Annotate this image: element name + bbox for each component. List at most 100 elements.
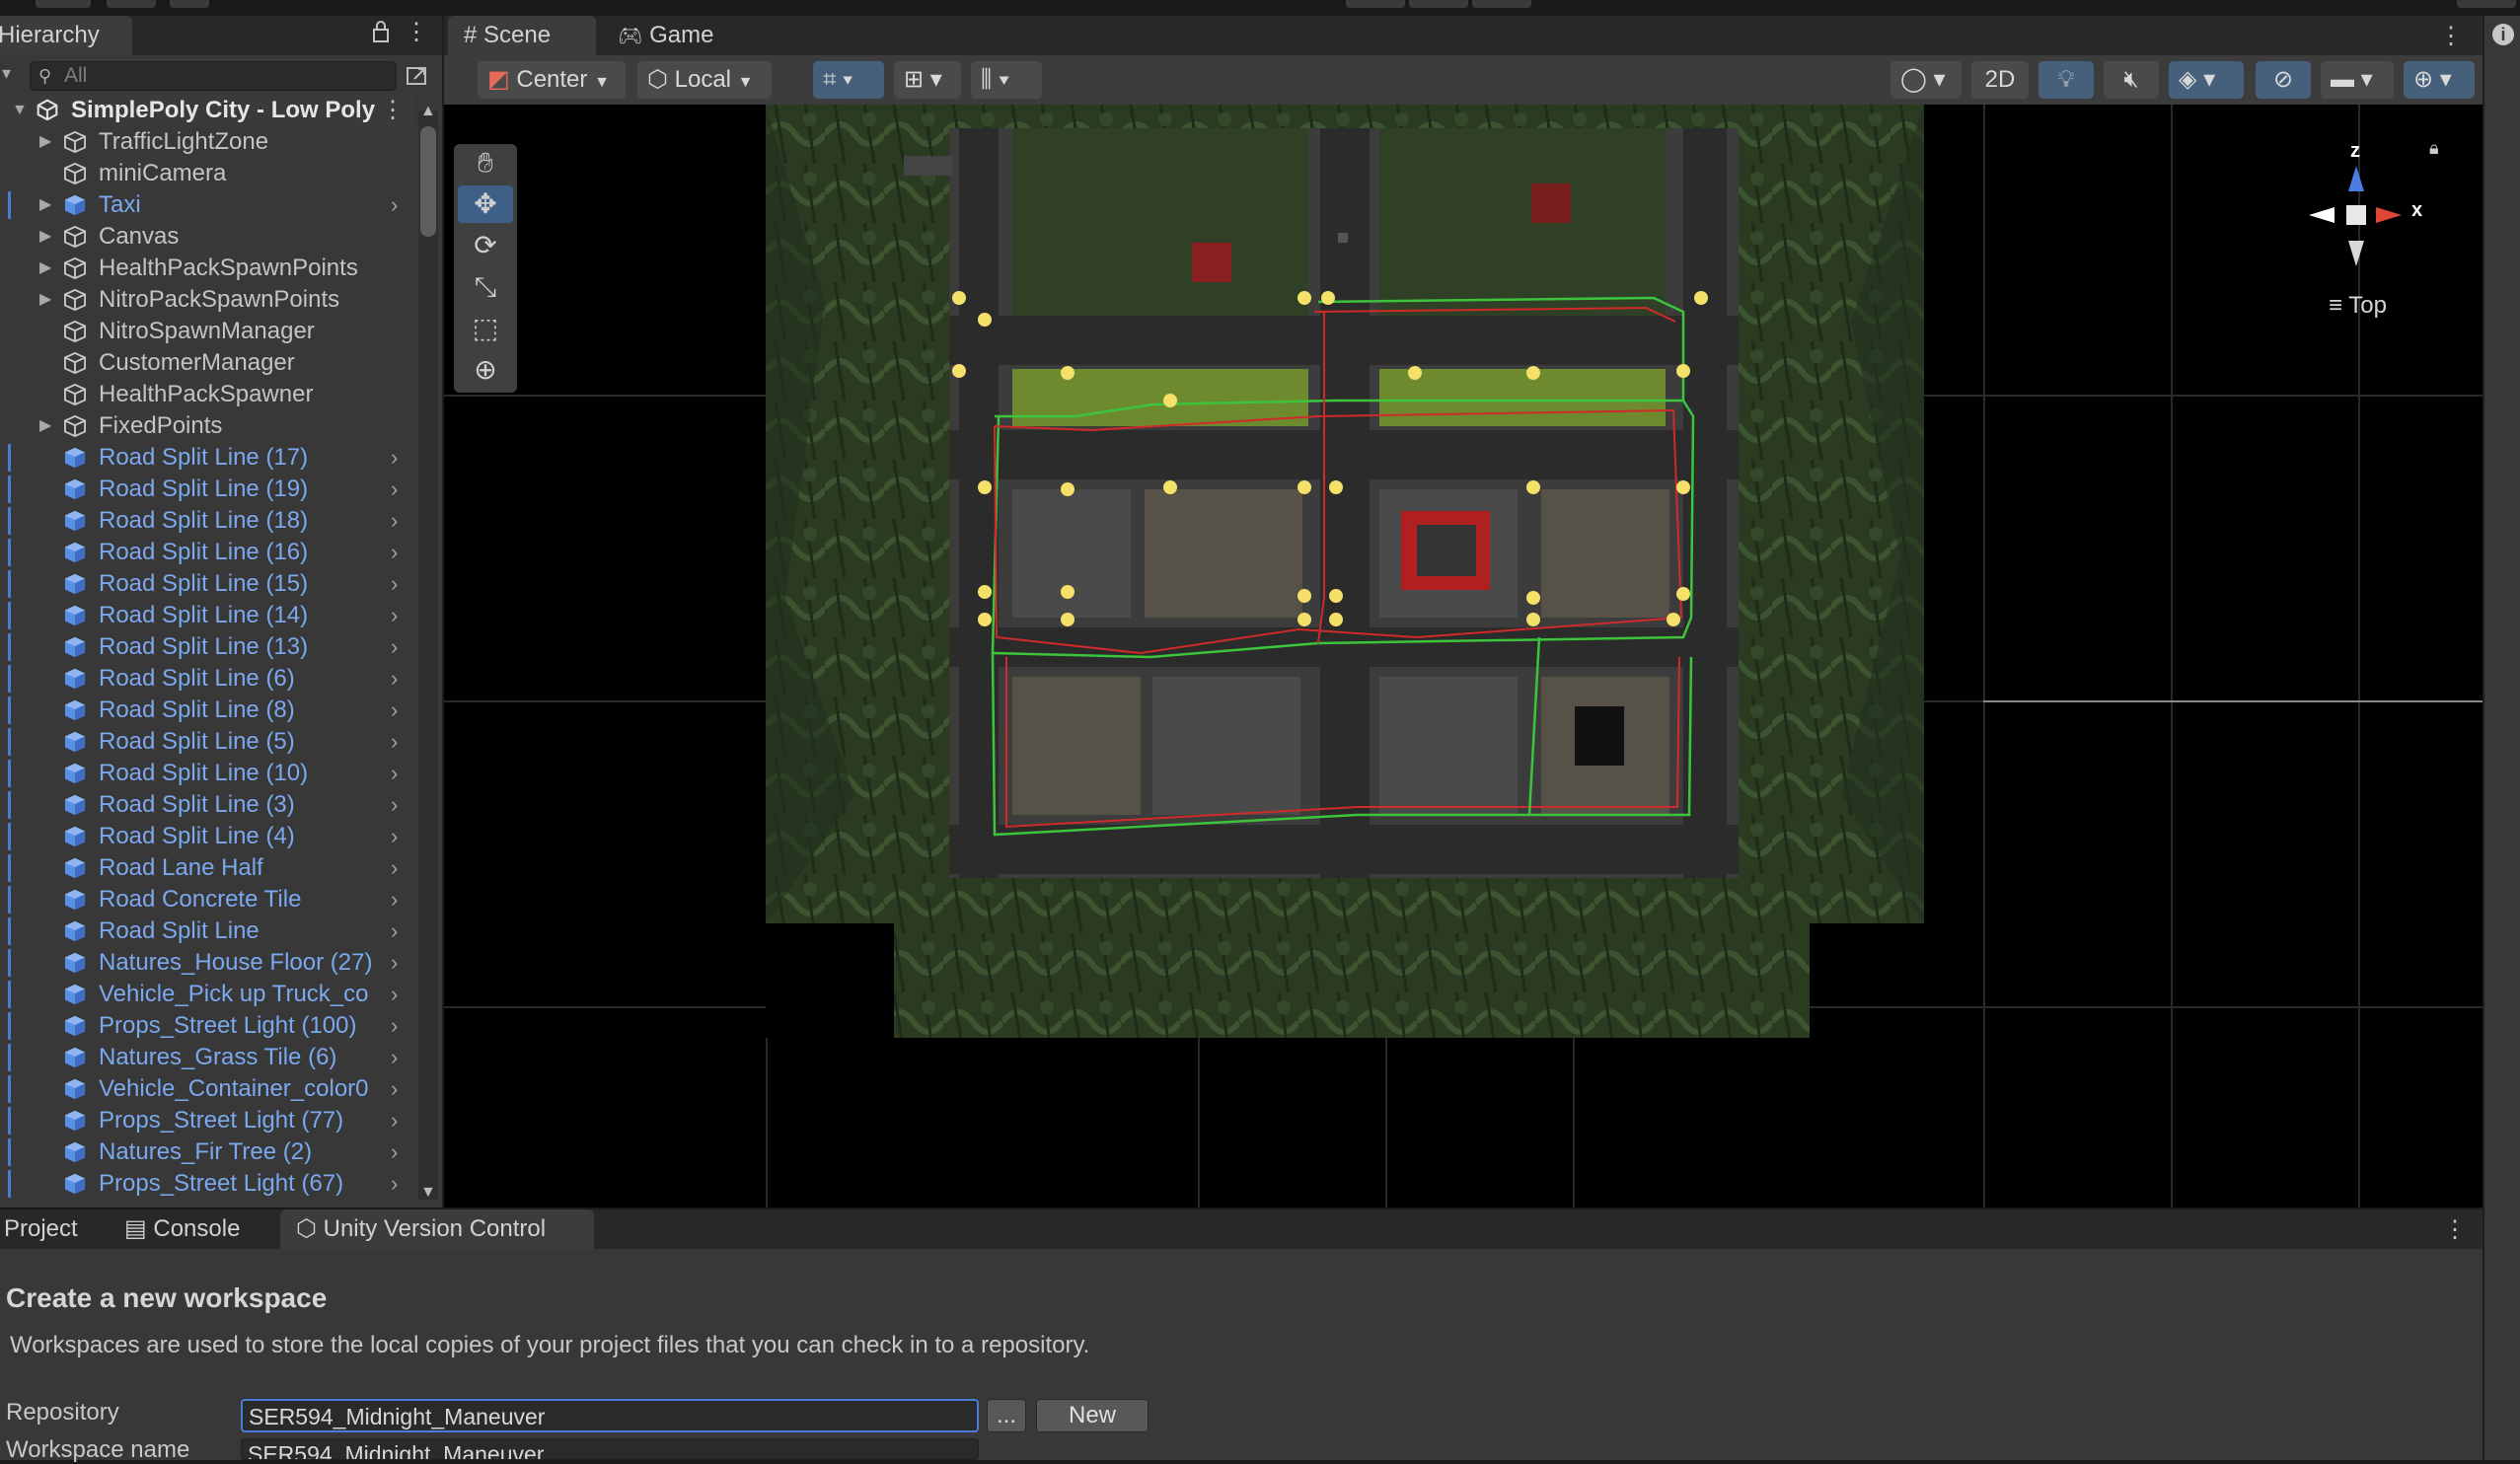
info-icon[interactable]: i <box>2492 24 2514 45</box>
hierarchy-item[interactable]: ▶ HealthPackSpawnPoints <box>0 253 414 284</box>
hierarchy-item[interactable]: Road Split Line (15) › <box>0 568 414 600</box>
audio-toggle[interactable]: 🔇︎ <box>2104 61 2159 99</box>
create-dropdown-icon[interactable]: ▾ <box>2 63 11 84</box>
hierarchy-item[interactable]: ▶ Taxi › <box>0 189 414 221</box>
lighting-toggle[interactable]: 💡︎ <box>2038 61 2094 99</box>
hierarchy-item[interactable]: Props_Street Light (67) › <box>0 1168 414 1200</box>
scene-viewport[interactable]: z x 🔒︎ ≡ Top <box>444 105 2483 1208</box>
scene-menu-icon[interactable]: ⋮ <box>381 95 405 126</box>
hierarchy-search-input[interactable]: ⚲ All <box>30 61 397 91</box>
hierarchy-item[interactable]: Road Split Line (16) › <box>0 537 414 568</box>
hand-tool-icon[interactable]: ✋︎ <box>458 144 513 182</box>
open-prefab-chevron-icon[interactable]: › <box>391 979 398 1010</box>
camera-dropdown[interactable]: ▬ ▾ <box>2321 61 2394 99</box>
hierarchy-item[interactable]: Vehicle_Pick up Truck_co › <box>0 979 414 1010</box>
hierarchy-item[interactable]: HealthPackSpawner <box>0 379 414 410</box>
open-prefab-chevron-icon[interactable]: › <box>391 537 398 568</box>
open-prefab-chevron-icon[interactable]: › <box>391 852 398 884</box>
kebab-menu-icon[interactable]: ⋮ <box>405 18 428 46</box>
effects-dropdown[interactable]: ◈ ▾ <box>2169 61 2244 99</box>
expand-arrow-icon[interactable]: ▶ <box>39 126 51 158</box>
open-prefab-chevron-icon[interactable]: › <box>391 915 398 947</box>
open-prefab-chevron-icon[interactable]: › <box>391 821 398 852</box>
open-prefab-chevron-icon[interactable]: › <box>391 600 398 631</box>
browse-repository-button[interactable]: ... <box>987 1399 1026 1432</box>
hierarchy-item[interactable]: Road Split Line (18) › <box>0 505 414 537</box>
scale-tool-icon[interactable]: ⤡ <box>458 268 513 306</box>
hierarchy-item[interactable]: NitroSpawnManager <box>0 316 414 347</box>
open-prefab-chevron-icon[interactable]: › <box>391 568 398 600</box>
top-button[interactable] <box>1346 0 1405 8</box>
open-prefab-chevron-icon[interactable]: › <box>391 663 398 695</box>
open-prefab-chevron-icon[interactable]: › <box>391 1105 398 1136</box>
scroll-down-icon[interactable]: ▼ <box>420 1184 436 1202</box>
open-prefab-chevron-icon[interactable]: › <box>391 474 398 505</box>
open-prefab-chevron-icon[interactable]: › <box>391 1073 398 1105</box>
hierarchy-item[interactable]: Road Split Line (14) › <box>0 600 414 631</box>
open-prefab-chevron-icon[interactable]: › <box>391 631 398 663</box>
tab-project[interactable]: Project <box>0 1209 97 1249</box>
move-tool-icon[interactable]: ✥ <box>458 185 513 223</box>
scene-root-row[interactable]: ▼ SimplePoly City - Low Poly ⋮ <box>0 95 414 126</box>
gizmos-dropdown[interactable]: ⊕ ▾ <box>2404 61 2475 99</box>
expand-arrow-icon[interactable]: ▶ <box>39 189 51 221</box>
expand-arrow-icon[interactable]: ▶ <box>39 410 51 442</box>
kebab-menu-icon[interactable]: ⋮ <box>2439 22 2463 50</box>
gizmo-lock-icon[interactable]: 🔒︎ <box>2429 138 2439 159</box>
tab-game[interactable]: 🎮︎ Game <box>602 16 730 55</box>
transform-tool-icon[interactable]: ⊕ <box>458 351 513 389</box>
open-prefab-chevron-icon[interactable]: › <box>391 189 398 221</box>
hierarchy-scrollbar[interactable] <box>418 110 438 1200</box>
rect-tool-icon[interactable]: ⬚ <box>458 310 513 347</box>
hierarchy-item[interactable]: Road Split Line (19) › <box>0 474 414 505</box>
hierarchy-item[interactable]: ▶ NitroPackSpawnPoints <box>0 284 414 316</box>
scene-visibility-icon[interactable] <box>405 63 430 89</box>
hierarchy-item[interactable]: Road Split Line (4) › <box>0 821 414 852</box>
expand-arrow-icon[interactable]: ▶ <box>39 253 51 284</box>
hierarchy-item[interactable]: Road Lane Half › <box>0 852 414 884</box>
rotate-tool-icon[interactable]: ⟳ <box>458 227 513 264</box>
hierarchy-item[interactable]: ▶ FixedPoints <box>0 410 414 442</box>
open-prefab-chevron-icon[interactable]: › <box>391 884 398 915</box>
top-button[interactable] <box>170 0 209 8</box>
view-label[interactable]: ≡ Top <box>2329 292 2387 320</box>
hierarchy-item[interactable]: Road Concrete Tile › <box>0 884 414 915</box>
expand-arrow-icon[interactable]: ▶ <box>39 221 51 253</box>
hierarchy-scrollbar-thumb[interactable] <box>420 126 436 237</box>
grid-snap-toggle[interactable]: ⌗ ▾ <box>813 61 884 99</box>
hierarchy-item[interactable]: Road Split Line (13) › <box>0 631 414 663</box>
tab-unity-version-control[interactable]: ⬡ Unity Version Control <box>280 1209 594 1249</box>
expand-arrow-icon[interactable]: ▼ <box>12 95 28 126</box>
pivot-dropdown[interactable]: ◩ Center ▼ <box>478 61 626 99</box>
top-button[interactable] <box>2457 0 2516 8</box>
space-dropdown[interactable]: ⬡ Local ▼ <box>637 61 772 99</box>
expand-arrow-icon[interactable]: ▶ <box>39 284 51 316</box>
hierarchy-item[interactable]: miniCamera <box>0 158 414 189</box>
hierarchy-item[interactable]: Natures_Fir Tree (2) › <box>0 1136 414 1168</box>
tab-console[interactable]: ▤ Console <box>109 1209 266 1249</box>
shading-mode-dropdown[interactable]: ◯ ▾ <box>1890 61 1962 99</box>
hierarchy-item[interactable]: Road Split Line › <box>0 915 414 947</box>
scroll-up-icon[interactable]: ▲ <box>420 103 436 120</box>
top-button[interactable] <box>107 0 156 8</box>
hidden-objects-toggle[interactable]: ⊘ <box>2256 61 2311 99</box>
open-prefab-chevron-icon[interactable]: › <box>391 789 398 821</box>
open-prefab-chevron-icon[interactable]: › <box>391 726 398 758</box>
hierarchy-item[interactable]: Props_Street Light (100) › <box>0 1010 414 1042</box>
hierarchy-item[interactable]: Road Split Line (5) › <box>0 726 414 758</box>
hierarchy-item[interactable]: Road Split Line (8) › <box>0 695 414 726</box>
tab-hierarchy[interactable]: Hierarchy <box>0 16 132 55</box>
grid-visibility-toggle[interactable]: ⊞ ▾ <box>894 61 961 99</box>
hierarchy-item[interactable]: Props_Street Light (77) › <box>0 1105 414 1136</box>
open-prefab-chevron-icon[interactable]: › <box>391 695 398 726</box>
orientation-gizmo[interactable]: z x <box>2287 140 2425 286</box>
hierarchy-item[interactable]: ▶ TrafficLightZone <box>0 126 414 158</box>
repository-input[interactable]: SER594_Midnight_Maneuver <box>241 1399 979 1432</box>
hierarchy-item[interactable]: ▶ Canvas <box>0 221 414 253</box>
lock-icon[interactable] <box>369 20 393 50</box>
kebab-menu-icon[interactable]: ⋮ <box>2443 1215 2467 1244</box>
top-button[interactable] <box>36 0 91 8</box>
hierarchy-item[interactable]: Road Split Line (6) › <box>0 663 414 695</box>
open-prefab-chevron-icon[interactable]: › <box>391 1010 398 1042</box>
increment-snap-toggle[interactable]: ⫼ ▾ <box>971 61 1042 99</box>
